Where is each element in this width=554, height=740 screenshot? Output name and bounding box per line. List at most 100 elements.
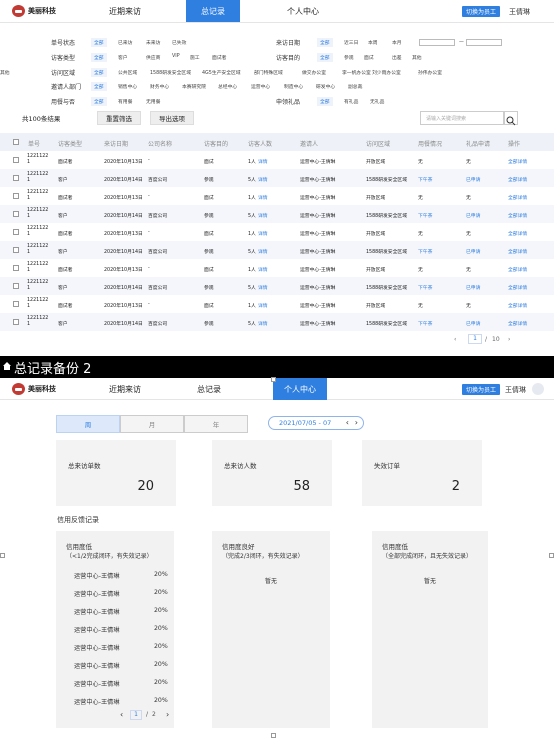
filter-option[interactable]: 客户	[118, 54, 128, 61]
filter-option[interactable]: 财务中心	[150, 83, 169, 90]
filter-option[interactable]: 无用餐	[146, 98, 160, 105]
select-all-checkbox[interactable]	[13, 139, 19, 145]
filter-option[interactable]: 已失效	[172, 39, 186, 46]
reset-filter-button[interactable]: 重置筛选	[97, 111, 141, 125]
prev-range-icon[interactable]: ‹	[346, 418, 349, 427]
search-button[interactable]	[504, 111, 518, 126]
filter-option[interactable]: 全部	[317, 97, 333, 106]
gift-status[interactable]: 已申请	[466, 212, 480, 219]
row-checkbox[interactable]	[13, 301, 19, 307]
prev-page-icon[interactable]: ‹	[120, 710, 123, 719]
resize-handle[interactable]	[271, 377, 276, 382]
next-page-icon[interactable]: ›	[508, 336, 510, 343]
detail-link[interactable]: 详情	[258, 266, 268, 273]
row-checkbox[interactable]	[13, 319, 19, 325]
filter-option[interactable]: 全部	[317, 53, 333, 62]
detail-link[interactable]: 详情	[258, 176, 268, 183]
filter-option[interactable]: 销售中心	[118, 83, 137, 90]
detail-link[interactable]: 详情	[258, 248, 268, 255]
nav-recent-visits[interactable]: 近期来访	[92, 0, 158, 22]
resize-handle[interactable]	[0, 553, 5, 558]
detail-link[interactable]: 详情	[258, 158, 268, 165]
nav-all-records[interactable]: 总记录	[186, 0, 240, 22]
row-checkbox[interactable]	[13, 247, 19, 253]
filter-option[interactable]: 副总裁	[348, 83, 362, 90]
all-details-link[interactable]: 全部详情	[508, 284, 527, 291]
filter-option[interactable]: 本月	[392, 39, 402, 46]
row-checkbox[interactable]	[13, 265, 19, 271]
meal-status[interactable]: 下午茶	[418, 212, 432, 219]
gift-status[interactable]: 已申请	[466, 248, 480, 255]
filter-option[interactable]: 运营中心	[251, 83, 270, 90]
all-details-link[interactable]: 全部详情	[508, 320, 527, 327]
filter-option[interactable]: 参观	[344, 54, 354, 61]
filter-option[interactable]: 未来访	[146, 39, 160, 46]
filter-option[interactable]: 全部	[91, 38, 107, 47]
filter-option[interactable]: 4G5生产安全区域	[202, 69, 241, 76]
filter-option[interactable]: VIP	[172, 54, 180, 59]
filter-option[interactable]: 出差	[392, 54, 402, 61]
next-range-icon[interactable]: ›	[355, 418, 358, 427]
filter-option[interactable]: 全部	[317, 38, 333, 47]
user-name[interactable]: 王倩琳	[509, 7, 530, 17]
date-start-input[interactable]	[419, 39, 455, 46]
filter-option[interactable]: 其他	[0, 69, 10, 76]
filter-option[interactable]: 无礼品	[370, 98, 384, 105]
nav-personal-center[interactable]: 个人中心	[273, 378, 327, 400]
filter-option[interactable]: 孙伟办公室	[418, 69, 442, 76]
row-checkbox[interactable]	[13, 157, 19, 163]
row-checkbox[interactable]	[13, 283, 19, 289]
row-checkbox[interactable]	[13, 175, 19, 181]
switch-to-employee-button[interactable]: 切换为员工	[462, 6, 501, 17]
row-checkbox[interactable]	[13, 193, 19, 199]
filter-option[interactable]: 本周	[368, 39, 378, 46]
resize-handle[interactable]	[549, 553, 554, 558]
gift-status[interactable]: 已申请	[466, 176, 480, 183]
meal-status[interactable]: 下午茶	[418, 320, 432, 327]
segment-month[interactable]: 月	[120, 415, 184, 433]
filter-option[interactable]: 刘少雨办公室	[372, 69, 401, 76]
all-details-link[interactable]: 全部详情	[508, 212, 527, 219]
resize-handle[interactable]	[271, 733, 276, 738]
all-details-link[interactable]: 全部详情	[508, 248, 527, 255]
filter-option[interactable]: 有礼品	[344, 98, 358, 105]
date-range-picker[interactable]: 2021/07/05 - 07 ‹ ›	[268, 416, 364, 430]
filter-option[interactable]: 全部	[91, 82, 107, 91]
filter-option[interactable]: 全部	[91, 97, 107, 106]
all-details-link[interactable]: 全部详情	[508, 230, 527, 237]
filter-option[interactable]: 近三日	[344, 39, 358, 46]
next-page-icon[interactable]: ›	[166, 710, 169, 719]
all-details-link[interactable]: 全部详情	[508, 266, 527, 273]
filter-option[interactable]: 公共区域	[118, 69, 137, 76]
filter-option[interactable]: 做交办公室	[302, 69, 326, 76]
filter-option[interactable]: 本赛研究院	[182, 83, 206, 90]
meal-status[interactable]: 下午茶	[418, 176, 432, 183]
export-options-button[interactable]: 导出选项	[150, 111, 194, 125]
date-end-input[interactable]	[466, 39, 502, 46]
current-page[interactable]: 1	[130, 710, 142, 720]
current-page[interactable]: 1	[468, 334, 482, 344]
filter-option[interactable]: 施工	[190, 54, 200, 61]
filter-option[interactable]: 李一帆办公室	[342, 69, 371, 76]
avatar[interactable]	[532, 383, 544, 395]
gift-status[interactable]: 已申请	[466, 320, 480, 327]
meal-status[interactable]: 下午茶	[418, 284, 432, 291]
row-checkbox[interactable]	[13, 229, 19, 235]
detail-link[interactable]: 详情	[258, 194, 268, 201]
detail-link[interactable]: 详情	[258, 212, 268, 219]
segment-year[interactable]: 年	[184, 415, 248, 433]
filter-option[interactable]: 1588研发安全区域	[150, 69, 191, 76]
filter-option[interactable]: 有用餐	[118, 98, 132, 105]
user-name[interactable]: 王倩琳	[505, 385, 526, 395]
filter-option[interactable]: 全部	[91, 68, 107, 77]
all-details-link[interactable]: 全部详情	[508, 194, 527, 201]
filter-option[interactable]: 总经中心	[218, 83, 237, 90]
nav-all-records[interactable]: 总记录	[186, 378, 232, 400]
filter-option[interactable]: 已来访	[118, 39, 132, 46]
all-details-link[interactable]: 全部详情	[508, 302, 527, 309]
row-checkbox[interactable]	[13, 211, 19, 217]
filter-option[interactable]: 面试	[364, 54, 374, 61]
detail-link[interactable]: 详情	[258, 320, 268, 327]
detail-link[interactable]: 详情	[258, 302, 268, 309]
filter-option[interactable]: 供应商	[146, 54, 160, 61]
